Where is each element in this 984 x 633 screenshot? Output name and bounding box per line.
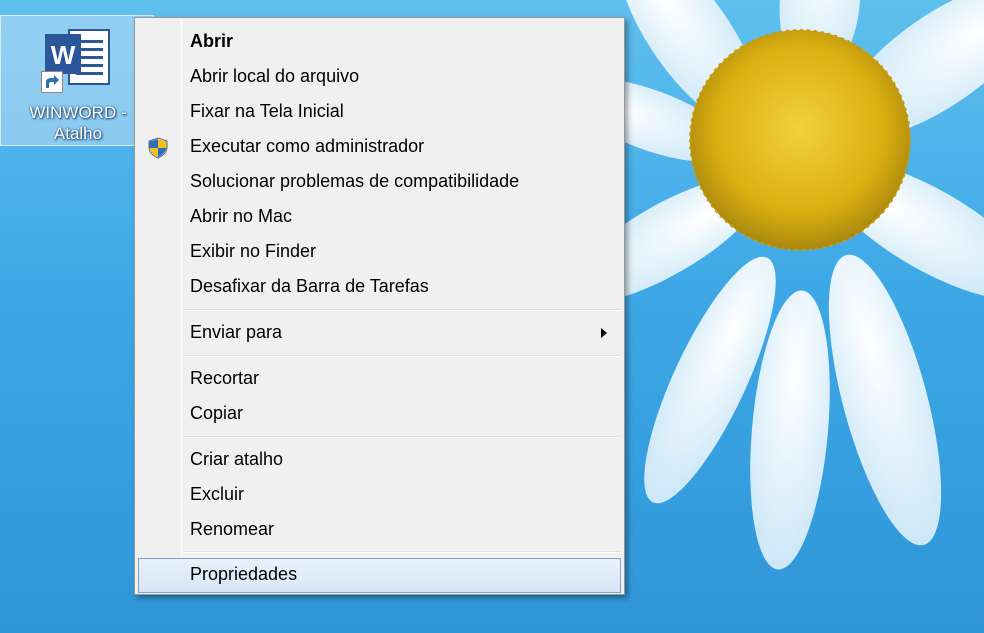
menu-item-propriedades[interactable]: Propriedades bbox=[138, 558, 621, 593]
menu-item-criar-atalho[interactable]: Criar atalho bbox=[138, 443, 621, 478]
shortcut-label-line1: WINWORD - bbox=[29, 103, 127, 122]
menu-item-copiar[interactable]: Copiar bbox=[138, 397, 621, 432]
menu-item-excluir[interactable]: Excluir bbox=[138, 478, 621, 513]
menu-item-solucionar-compatibilidade[interactable]: Solucionar problemas de compatibilidade bbox=[138, 165, 621, 200]
menu-separator bbox=[183, 436, 621, 438]
desktop-shortcut-label: WINWORD - Atalho bbox=[1, 102, 155, 144]
menu-item-exibir-no-finder[interactable]: Exibir no Finder bbox=[138, 235, 621, 270]
menu-item-abrir[interactable]: Abrir bbox=[138, 25, 621, 60]
menu-item-desafixar-barra[interactable]: Desafixar da Barra de Tarefas bbox=[138, 270, 621, 305]
menu-separator bbox=[183, 551, 621, 553]
desktop-shortcut-winword[interactable]: W WINWORD - Atalho bbox=[0, 15, 154, 146]
menu-item-executar-admin[interactable]: Executar como administrador bbox=[138, 130, 621, 165]
menu-item-abrir-no-mac[interactable]: Abrir no Mac bbox=[138, 200, 621, 235]
shortcut-label-line2: Atalho bbox=[53, 124, 103, 143]
menu-separator bbox=[183, 355, 621, 357]
shortcut-arrow-icon bbox=[41, 71, 63, 93]
submenu-arrow-icon bbox=[601, 328, 607, 338]
uac-shield-icon bbox=[148, 137, 168, 159]
menu-separator bbox=[183, 309, 621, 311]
menu-item-recortar[interactable]: Recortar bbox=[138, 362, 621, 397]
menu-item-renomear[interactable]: Renomear bbox=[138, 513, 621, 548]
menu-item-abrir-local[interactable]: Abrir local do arquivo bbox=[138, 60, 621, 95]
menu-item-enviar-para[interactable]: Enviar para bbox=[138, 316, 621, 351]
menu-item-fixar-tela-inicial[interactable]: Fixar na Tela Inicial bbox=[138, 95, 621, 130]
context-menu: Abrir Abrir local do arquivo Fixar na Te… bbox=[134, 17, 625, 595]
svg-text:W: W bbox=[51, 40, 76, 70]
word-document-icon: W bbox=[45, 29, 110, 85]
